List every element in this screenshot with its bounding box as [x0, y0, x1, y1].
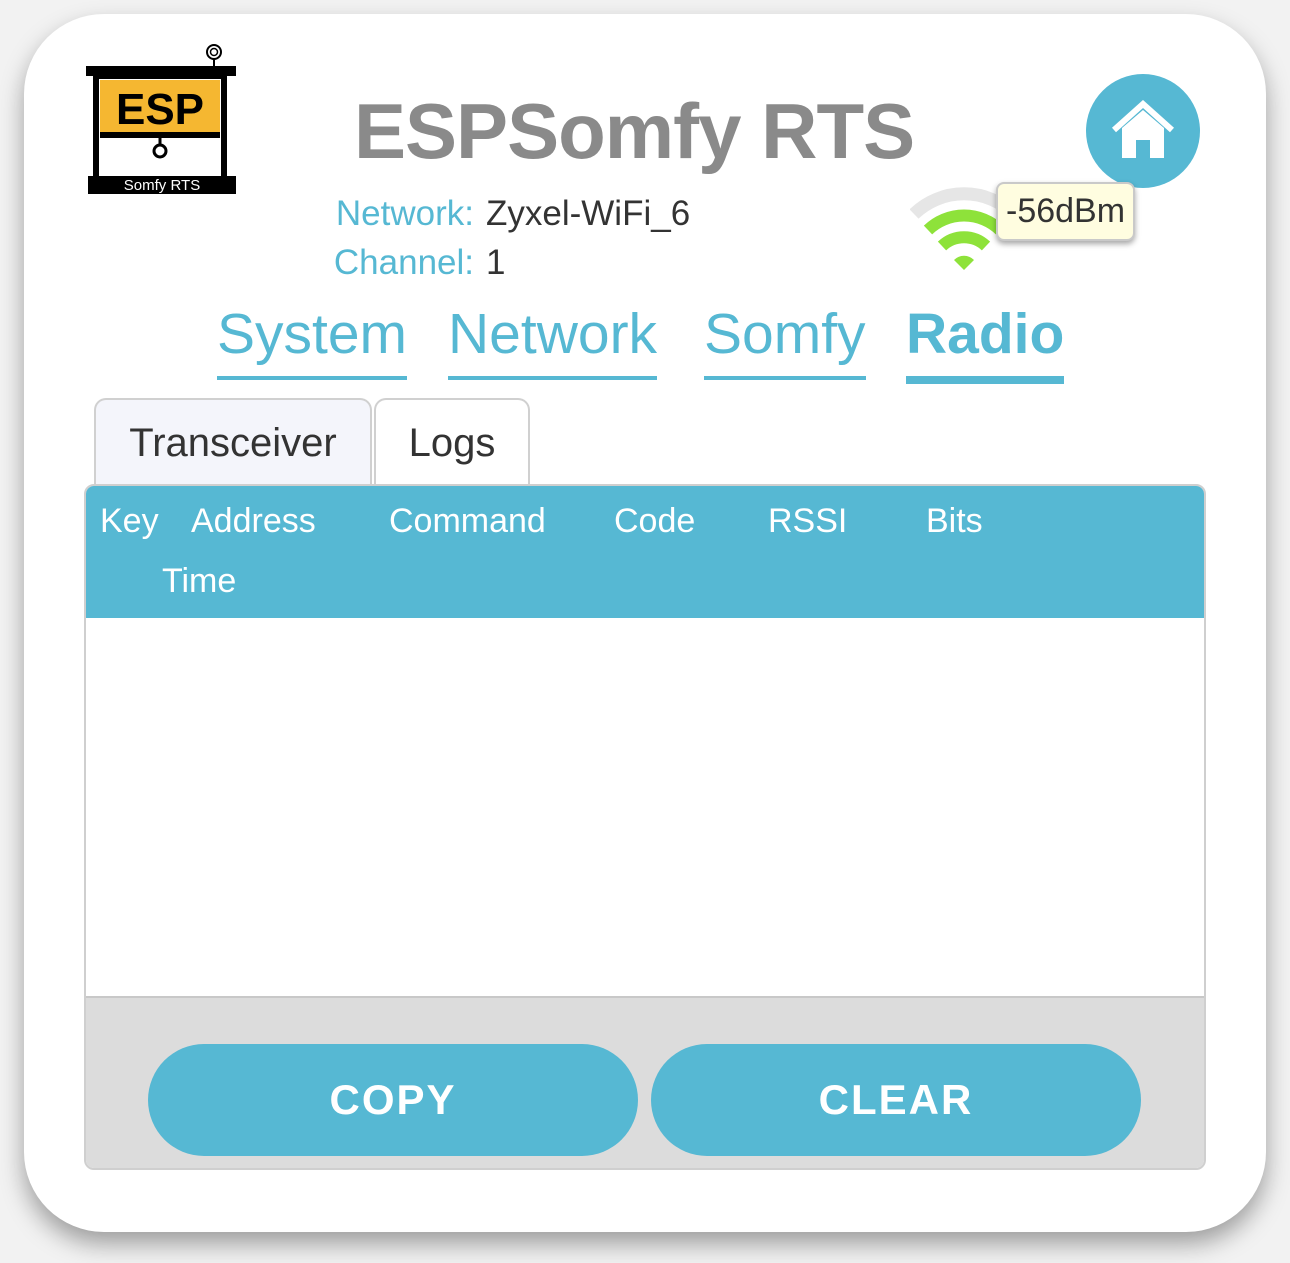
tab-network[interactable]: Network [448, 298, 658, 380]
svg-text:ESP: ESP [116, 85, 204, 134]
clear-button[interactable]: CLEAR [651, 1044, 1141, 1156]
app-card: ESP Somfy RTS ESPSomfy RTS Network: Zyxel… [24, 14, 1266, 1232]
app-title: ESPSomfy RTS [354, 87, 915, 175]
column-header-rssi: RSSI [768, 502, 848, 540]
channel-info: Channel: 1 [324, 243, 506, 283]
network-label: Network: [335, 194, 474, 233]
espsomfy-logo: ESP Somfy RTS [86, 44, 236, 194]
column-header-address: Address [191, 502, 316, 540]
column-header-time: Time [162, 562, 237, 600]
panel-footer: COPY CLEAR [86, 998, 1204, 1168]
tab-system[interactable]: System [217, 298, 408, 380]
svg-text:Somfy RTS: Somfy RTS [124, 177, 200, 194]
network-name: Zyxel-WiFi_6 [486, 194, 691, 233]
network-info: Network: Zyxel-WiFi_6 [324, 194, 690, 234]
tab-somfy[interactable]: Somfy [704, 298, 866, 380]
column-header-key: Key [100, 502, 159, 540]
channel-value: 1 [486, 243, 506, 282]
radio-log-panel: Key Address Command Code RSSI Bits Time … [84, 484, 1206, 1170]
rssi-badge: -56dBm [996, 182, 1136, 241]
log-table-header: Key Address Command Code RSSI Bits Time [86, 486, 1204, 618]
subtab-transceiver[interactable]: Transceiver [94, 398, 372, 486]
home-icon [1111, 100, 1175, 158]
column-header-code: Code [614, 502, 696, 540]
copy-button[interactable]: COPY [148, 1044, 638, 1156]
channel-label: Channel: [333, 243, 474, 282]
tab-radio[interactable]: Radio [906, 298, 1065, 384]
column-header-command: Command [389, 502, 546, 540]
log-table-body[interactable] [86, 618, 1204, 998]
column-header-bits: Bits [926, 502, 983, 540]
home-button[interactable] [1086, 74, 1200, 188]
subtab-logs[interactable]: Logs [374, 398, 530, 486]
